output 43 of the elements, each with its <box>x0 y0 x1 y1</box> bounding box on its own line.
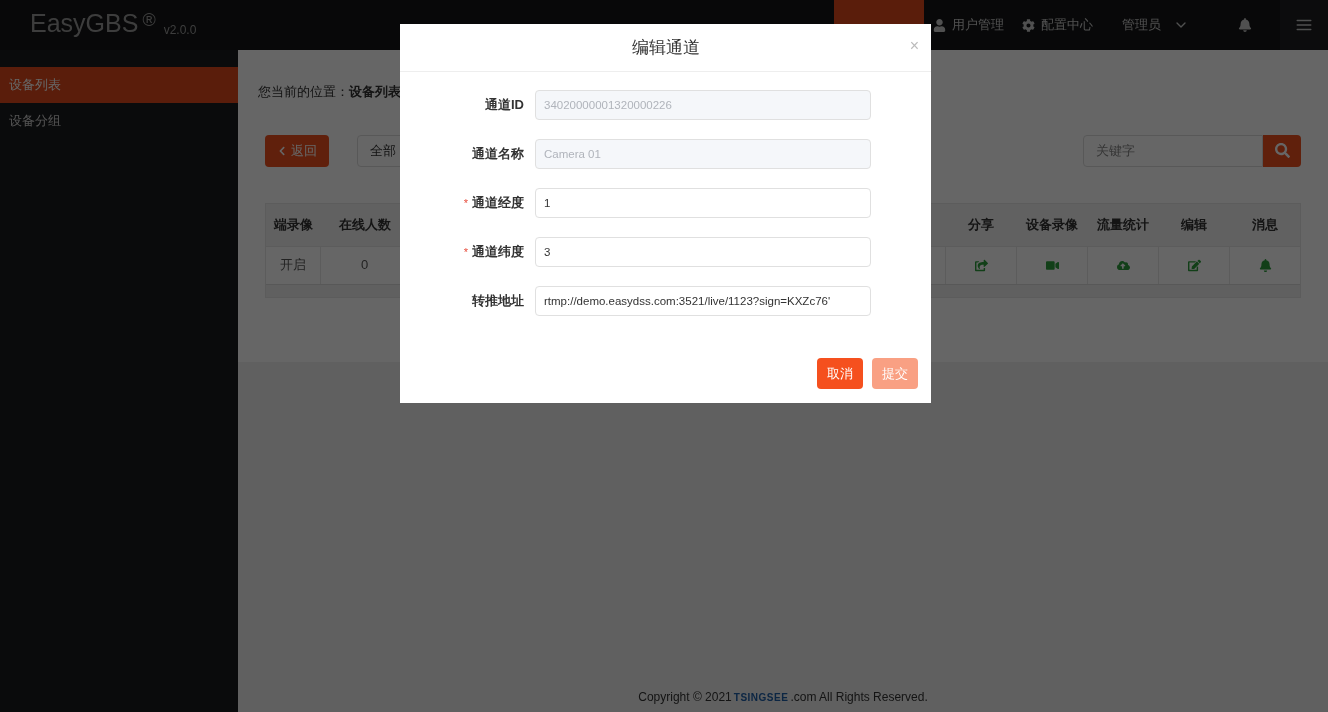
settings-icon <box>1022 18 1035 32</box>
account-menu[interactable]: 管理员 <box>1114 0 1197 50</box>
search-icon <box>1274 143 1290 158</box>
nav-item[interactable]: 用户管理 <box>924 0 1013 50</box>
column-header: 流量统计 <box>1095 215 1150 234</box>
breadcrumb-label: 您当前的位置： <box>258 83 349 101</box>
chevron-left-icon <box>277 145 287 156</box>
breadcrumb-current: 设备列表 <box>349 83 401 101</box>
input-field[interactable]: 1 <box>535 188 871 218</box>
dialog-title: 编辑通道 <box>631 36 700 59</box>
copyright-text: .com All Rights Reserved. <box>790 689 928 706</box>
copyright-text: Copyright © 2021 <box>638 689 732 706</box>
column-header: 端录像 <box>272 215 314 234</box>
search-button[interactable] <box>1263 134 1301 167</box>
column-header: 设备录像 <box>1024 215 1079 234</box>
field-label: 通道名称 <box>472 145 524 164</box>
menu-button[interactable] <box>1280 0 1328 50</box>
bell-icon[interactable] <box>1258 258 1272 272</box>
nav-item[interactable]: 配置中心 <box>1013 0 1102 50</box>
cloud-icon[interactable] <box>1116 258 1130 272</box>
share-icon[interactable] <box>974 258 988 272</box>
field-label: * 通道纬度 <box>463 243 524 262</box>
registered-mark: ® <box>142 11 156 29</box>
input-field[interactable]: rtmp://demo.easydss.com:3521/live/1123?sign=KXZc76' <box>535 286 871 316</box>
table-cell: 开启 <box>266 246 321 284</box>
field-label: * 通道经度 <box>463 194 524 213</box>
brand-logo: TSINGSEE <box>733 690 789 705</box>
edit-icon[interactable] <box>1187 258 1201 272</box>
sidebar-item[interactable]: 设备分组 <box>0 103 238 139</box>
close-icon[interactable]: × <box>909 34 919 58</box>
back-button[interactable]: 返回 <box>265 134 329 167</box>
user-icon <box>933 18 946 32</box>
column-header: 在线人数 <box>338 215 392 234</box>
sidebar-item[interactable]: 设备列表 <box>0 67 238 103</box>
column-header: 分享 <box>966 215 995 234</box>
column-header: 消息 <box>1250 215 1279 234</box>
field-label: 转推地址 <box>472 292 524 311</box>
bell-icon <box>1238 18 1252 32</box>
field-label: 通道ID <box>485 96 524 115</box>
video-icon[interactable] <box>1045 258 1059 272</box>
cancel-button[interactable]: 取消 <box>817 358 863 389</box>
column-header: 编辑 <box>1179 215 1208 234</box>
input-field[interactable]: 3 <box>535 237 871 267</box>
